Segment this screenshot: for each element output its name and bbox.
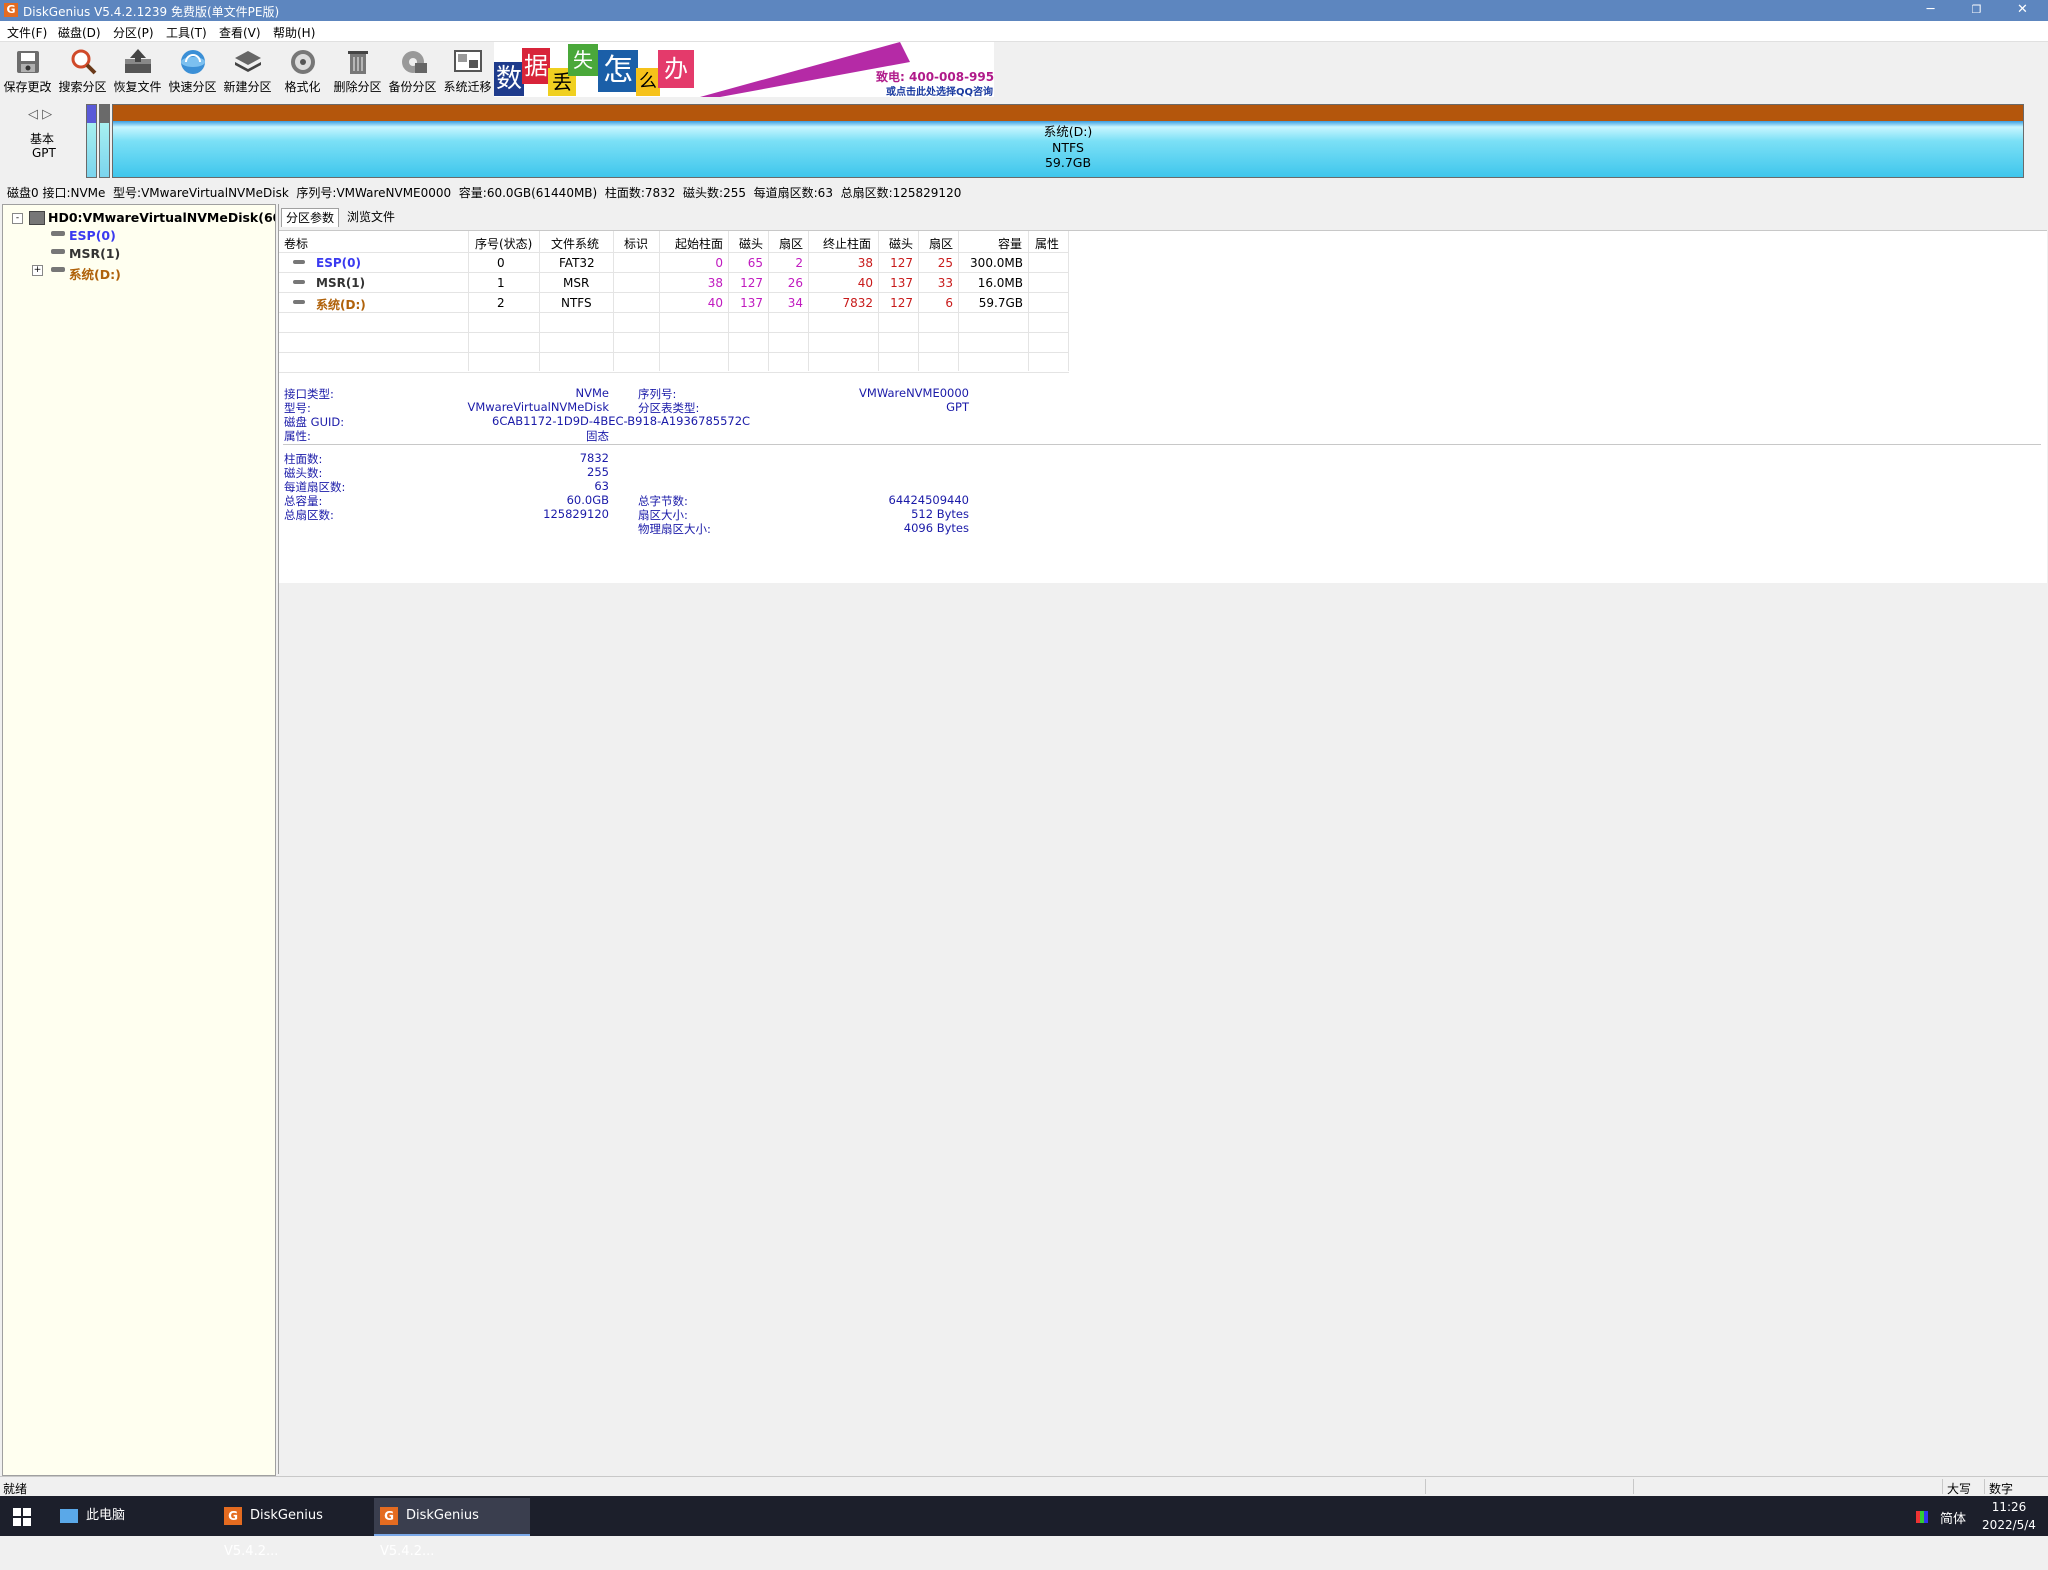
new-partition-button[interactable]: 新建分区	[220, 46, 275, 96]
disk-map: ◁ ▷ 基本 GPT 系统(D:) NTFS 59.7GB	[0, 100, 2048, 183]
banner-char: 办	[658, 50, 694, 88]
taskbar-diskgenius-2[interactable]: G DiskGenius V5.4.2...	[374, 1498, 530, 1559]
partition-icon	[51, 249, 65, 254]
backup-partition-button[interactable]: 备份分区	[385, 46, 440, 96]
minimize-button[interactable]: ─	[1908, 0, 1953, 21]
status-bar: 就绪 大写 数字	[0, 1476, 2048, 1497]
menu-tools[interactable]: 工具(T)	[166, 24, 207, 41]
menu-partition[interactable]: 分区(P)	[113, 24, 154, 41]
banner-char: 怎	[598, 50, 638, 92]
diskgenius-icon: G	[224, 1506, 242, 1525]
banner-char: 失	[568, 44, 598, 76]
menu-file[interactable]: 文件(F)	[7, 24, 47, 41]
column-header[interactable]: 扇区	[779, 235, 803, 252]
ad-banner[interactable]: 数 据 丢 失 怎 么 办 DiskGenius 团队为您服务 致电: 400-…	[494, 42, 994, 97]
tree-collapse-icon[interactable]: -	[12, 213, 23, 224]
system-partition-block[interactable]: 系统(D:) NTFS 59.7GB	[112, 104, 2024, 178]
tree-item-system[interactable]: 系统(D:)	[69, 264, 121, 283]
column-header[interactable]: 序号(状态)	[475, 235, 532, 252]
column-header[interactable]: 属性	[1035, 235, 1059, 252]
tree-expand-icon[interactable]: +	[32, 265, 43, 276]
column-header[interactable]: 文件系统	[551, 235, 599, 252]
disk-info-line: 磁盘0 接口:NVMe 型号:VMwareVirtualNVMeDisk 序列号…	[0, 182, 2048, 200]
quick-partition-button[interactable]: 快速分区	[165, 46, 220, 96]
magnifier-icon	[67, 48, 99, 76]
color-tray-icon[interactable]	[1916, 1511, 1928, 1523]
ime-indicator[interactable]: 简体	[1940, 1508, 1966, 1527]
backup-icon	[397, 48, 429, 76]
partition-name: 系统(D:)	[1043, 124, 1093, 139]
column-header[interactable]: 卷标	[284, 235, 308, 252]
disk-tree: - HD0:VMwareVirtualNVMeDisk(60 ESP(0) MS…	[2, 204, 276, 1476]
window-title: DiskGenius V5.4.2.1239 免费版(单文件PE版)	[23, 5, 280, 19]
title-bar: G DiskGenius V5.4.2.1239 免费版(单文件PE版) ─ ❐…	[0, 0, 2048, 21]
save-changes-button[interactable]: 保存更改	[0, 46, 55, 96]
taskbar: 此电脑 G DiskGenius V5.4.2... G DiskGenius V5…	[0, 1496, 2048, 1559]
taskbar-this-pc[interactable]: 此电脑	[60, 1498, 220, 1534]
column-header[interactable]: 磁头	[739, 235, 763, 252]
tab-browse-files[interactable]: 浏览文件	[343, 208, 399, 226]
details-divider	[283, 444, 2041, 445]
hard-disk-icon	[29, 211, 45, 225]
windows-start-icon[interactable]	[13, 1508, 31, 1526]
save-disk-icon	[12, 48, 44, 76]
partition-icon	[293, 300, 305, 304]
banner-char: 据	[522, 48, 550, 84]
status-text: 就绪	[3, 1482, 28, 1496]
migration-icon	[452, 48, 484, 76]
taskbar-diskgenius-1[interactable]: G DiskGenius V5.4.2...	[218, 1498, 376, 1559]
layers-icon	[232, 48, 264, 76]
column-header[interactable]: 标识	[624, 235, 648, 252]
menu-disk[interactable]: 磁盘(D)	[58, 24, 101, 41]
search-partition-button[interactable]: 搜索分区	[55, 46, 110, 96]
msr-partition-block[interactable]	[99, 104, 110, 178]
banner-qq-link[interactable]: 或点击此处选择QQ咨询	[886, 83, 993, 97]
partition-icon	[51, 231, 65, 236]
column-header[interactable]: 磁头	[889, 235, 913, 252]
column-header[interactable]: 起始柱面	[675, 235, 723, 252]
partition-size: 59.7GB	[1044, 155, 1092, 170]
disk-info-text: 磁盘0 接口:NVMe 型号:VMwareVirtualNVMeDisk 序列号…	[7, 186, 962, 200]
restore-button[interactable]: ❐	[1954, 0, 1999, 21]
partition-fs: NTFS	[1052, 139, 1084, 155]
tree-item-esp[interactable]: ESP(0)	[69, 228, 116, 243]
column-header[interactable]: 扇区	[929, 235, 953, 252]
tree-disk-node[interactable]: HD0:VMwareVirtualNVMeDisk(60	[48, 210, 275, 225]
toolbar: 保存更改 搜索分区 恢复文件 快速分区 新建分区 格式化 删除分区 备份分区 系…	[0, 42, 2048, 98]
menu-view[interactable]: 查看(V)	[219, 24, 261, 41]
system-migration-button[interactable]: 系统迁移	[440, 46, 495, 96]
banner-char: 数	[494, 62, 524, 96]
disk-nav-arrows[interactable]: ◁ ▷	[28, 107, 52, 122]
menu-help[interactable]: 帮助(H)	[273, 24, 315, 41]
trash-icon	[342, 48, 374, 76]
menu-bar: 文件(F) 磁盘(D) 分区(P) 工具(T) 查看(V) 帮助(H)	[0, 21, 2048, 42]
column-header[interactable]: 终止柱面	[823, 235, 871, 252]
partition-scheme-label: GPT	[32, 146, 56, 160]
tree-item-msr[interactable]: MSR(1)	[69, 246, 120, 261]
num-lock-indicator: 数字	[1989, 1482, 2014, 1496]
main-panel: 分区参数 浏览文件 卷标 序号(状态) 文件系统 标识 起始柱面 磁头 扇区 终…	[278, 204, 2047, 1474]
partition-icon	[293, 260, 305, 264]
banner-char: 么	[636, 68, 660, 96]
diskgenius-icon: G	[380, 1506, 398, 1525]
tab-partition-params[interactable]: 分区参数	[281, 208, 340, 227]
delete-partition-button[interactable]: 删除分区	[330, 46, 385, 96]
column-header[interactable]: 容量	[998, 235, 1022, 252]
clock[interactable]: 11:26 2022/5/4	[1978, 1498, 2040, 1534]
disk-type-label: 基本	[30, 132, 55, 146]
partition-icon	[51, 267, 65, 272]
recover-files-icon	[122, 48, 154, 76]
recover-files-button[interactable]: 恢复文件	[110, 46, 165, 96]
computer-icon	[60, 1508, 78, 1523]
format-disk-icon	[287, 48, 319, 76]
caps-lock-indicator: 大写	[1947, 1482, 1972, 1496]
partition-icon	[293, 280, 305, 284]
format-button[interactable]: 格式化	[275, 46, 330, 96]
close-button[interactable]: ✕	[2000, 0, 2045, 21]
quick-partition-icon	[177, 48, 209, 76]
esp-partition-block[interactable]	[86, 104, 97, 178]
app-logo-icon: G	[4, 3, 18, 17]
